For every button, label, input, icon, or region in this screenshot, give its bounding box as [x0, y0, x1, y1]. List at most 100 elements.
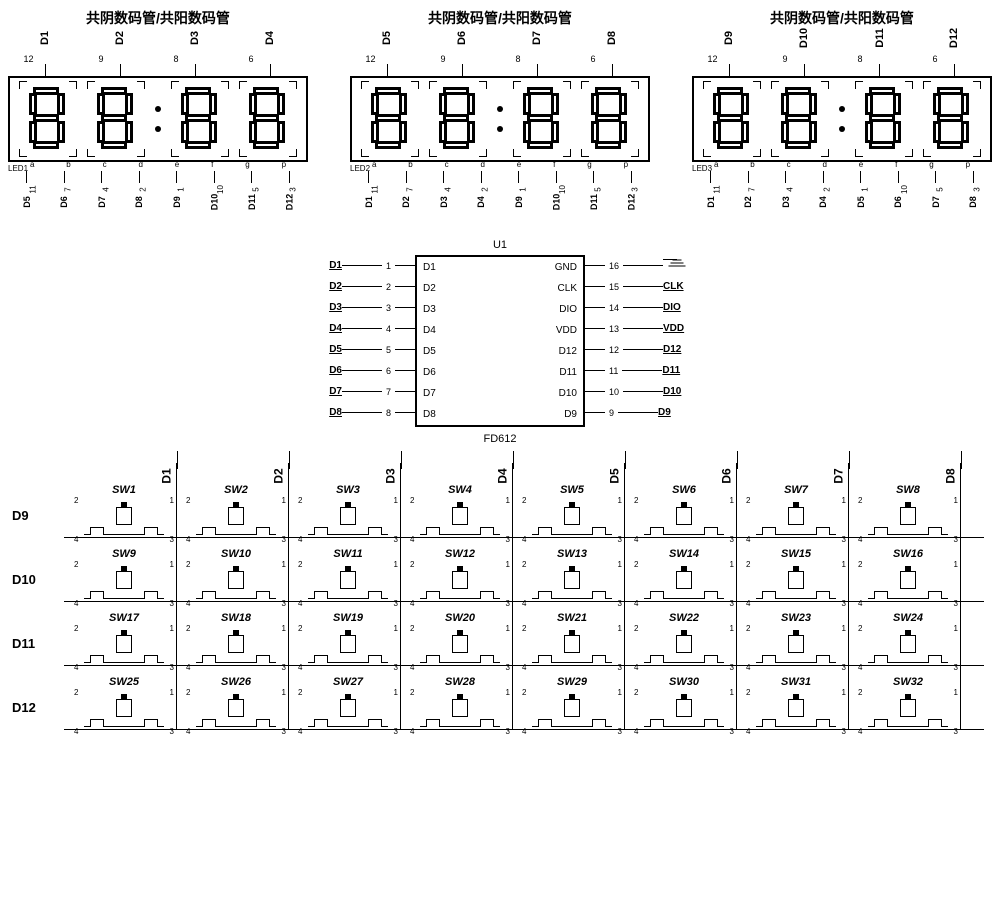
- switch-icon: [532, 569, 612, 599]
- pad-num: 1: [618, 688, 622, 697]
- pad-num: 2: [186, 496, 190, 505]
- pin-num: 16: [609, 261, 619, 271]
- pin-num: 9: [783, 54, 788, 64]
- pin-net: D6: [457, 31, 469, 45]
- ic-net-right: 11 D11: [585, 360, 735, 381]
- pin: 5 D11: [244, 171, 260, 219]
- pin-net: D7: [97, 196, 107, 208]
- ic-pin-name: DIO: [559, 304, 577, 315]
- switch-ref: SW30: [628, 676, 740, 688]
- pin-num: 3: [289, 187, 298, 191]
- seven-seg-digit: [581, 81, 639, 157]
- pin-net: D6: [59, 196, 69, 208]
- matrix-col-label: D1: [68, 469, 180, 483]
- col-wire: [848, 463, 849, 729]
- row-wire: [64, 665, 984, 666]
- pin-num: 11: [28, 185, 37, 193]
- row-wire: [64, 537, 984, 538]
- switch-ref: SW11: [292, 548, 404, 560]
- seven-seg-frame: [692, 76, 992, 162]
- ic-pin-row: D3 DIO: [417, 299, 583, 320]
- pad-num: 1: [394, 496, 398, 505]
- pad-num: 1: [730, 624, 734, 633]
- pin-net: D5: [22, 196, 32, 208]
- pin: 7 D6: [56, 171, 72, 219]
- switch-icon: [756, 697, 836, 727]
- seven-seg-digit: [87, 81, 145, 157]
- pin-num: 7: [406, 187, 415, 191]
- pad-num: 1: [394, 688, 398, 697]
- ic-ref: U1: [415, 239, 585, 251]
- pin-num: 5: [386, 345, 391, 355]
- pin-net: D3: [190, 31, 202, 45]
- pad-num: 1: [506, 688, 510, 697]
- col-wire: [512, 463, 513, 729]
- pin-net: D4: [265, 31, 277, 45]
- pin-net: D12: [284, 194, 294, 211]
- pin-net: D6: [893, 196, 903, 208]
- pad-num: 2: [746, 688, 750, 697]
- pin: 11 D5: [19, 171, 35, 219]
- matrix-row-label: D12: [8, 700, 68, 715]
- pad-num: 1: [842, 496, 846, 505]
- pin-net: D4: [476, 196, 486, 208]
- switch-icon: [644, 505, 724, 535]
- pin-num: 7: [64, 187, 73, 191]
- pad-num: 1: [394, 560, 398, 569]
- pin-net: D8: [968, 196, 978, 208]
- ic-net-left: D8 8: [295, 402, 415, 423]
- pin-num: 5: [251, 187, 260, 191]
- pad-num: 1: [282, 560, 286, 569]
- pin-net: D5: [856, 196, 866, 208]
- net-label: D5: [302, 344, 342, 355]
- net-label: VDD: [663, 323, 703, 334]
- switch-ref: SW9: [68, 548, 180, 560]
- pin-num: 10: [558, 185, 567, 194]
- pad-num: 2: [410, 560, 414, 569]
- pin-num: 1: [176, 187, 185, 191]
- pad-num: 1: [730, 496, 734, 505]
- switch-icon: [84, 633, 164, 663]
- switch-ref: SW25: [68, 676, 180, 688]
- net-label: D10: [663, 386, 703, 397]
- pin: 7 D2: [740, 171, 756, 219]
- pin-net: D8: [607, 31, 619, 45]
- pin-num: 4: [785, 187, 794, 191]
- col-wire: [400, 463, 401, 729]
- pin-net: D2: [115, 31, 127, 45]
- pin-net: D1: [364, 196, 374, 208]
- ic-pin-row: D7 D10: [417, 383, 583, 404]
- pin: D5 12: [376, 32, 400, 76]
- pin-num: 12: [24, 54, 34, 64]
- switch-ref: SW17: [68, 612, 180, 624]
- pad-num: 1: [506, 624, 510, 633]
- switch-ref: SW23: [740, 612, 852, 624]
- pad-num: 2: [858, 624, 862, 633]
- seven-seg-digit: [513, 81, 571, 157]
- col-wire: [288, 463, 289, 729]
- matrix-row-label: D10: [8, 572, 68, 587]
- pin-net: D7: [931, 196, 941, 208]
- ic-net-right: 9 D9: [585, 402, 735, 423]
- pin: 10 D10: [548, 171, 564, 219]
- pad-num: 2: [74, 560, 78, 569]
- pin: 1 D5: [853, 171, 869, 219]
- switch-icon: [308, 633, 388, 663]
- pin: D2 9: [109, 32, 133, 76]
- switch-matrix: D1D2D3D4D5D6D7D8 D9 SW1 21 43 SW2 21 43 …: [8, 469, 992, 739]
- pad-num: 1: [730, 688, 734, 697]
- ic-net-right: 16: [585, 255, 735, 276]
- pin-num: 1: [860, 187, 869, 191]
- pin-net: D10: [551, 194, 561, 211]
- row-wire: [64, 729, 984, 730]
- matrix-col-headers: D1D2D3D4D5D6D7D8: [68, 469, 992, 483]
- pin: D7 8: [526, 32, 550, 76]
- ic-net-left: D4 4: [295, 318, 415, 339]
- pad-num: 1: [506, 560, 510, 569]
- pin: D1 12: [34, 32, 58, 76]
- net-label: D2: [302, 281, 342, 292]
- pad-num: 2: [74, 688, 78, 697]
- segment-letters: abcdefgp: [8, 160, 308, 169]
- switch-icon: [420, 633, 500, 663]
- ic-net-left: D1 1: [295, 255, 415, 276]
